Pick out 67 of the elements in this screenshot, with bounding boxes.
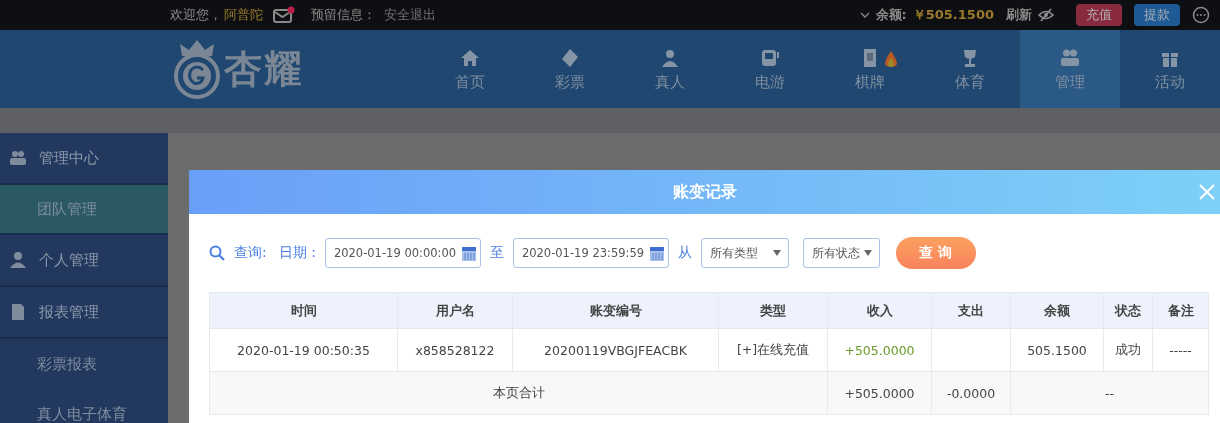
person-icon — [9, 251, 27, 269]
nav-item[interactable]: 真人 — [620, 30, 720, 108]
reserved-info-label: 预留信息： — [311, 6, 376, 24]
type-dropdown[interactable]: 所有类型 — [700, 238, 789, 268]
table-cell: x858528122 — [415, 342, 495, 358]
deposit-button[interactable]: 充值 — [1076, 4, 1122, 26]
column-header: 余额 — [1010, 292, 1104, 329]
balance-label: 余额: — [875, 6, 907, 24]
table-cell: 成功 — [1115, 341, 1141, 357]
table-cell: ----- — [1169, 342, 1192, 358]
refresh-link[interactable]: 刷新 — [1006, 6, 1032, 24]
start-date-field[interactable]: 2020-01-19 00:00:00 — [324, 238, 481, 268]
date-label: 日期 : — [278, 244, 316, 262]
end-date-field[interactable]: 2020-01-19 23:59:59 — [512, 238, 669, 268]
logout-link[interactable]: 安全退出 — [384, 6, 436, 24]
from-label: 从 — [677, 244, 692, 262]
column-header: 时间 — [209, 292, 398, 329]
nav-item[interactable]: 首页 — [420, 30, 520, 108]
status-dropdown[interactable]: 所有状态 — [802, 238, 880, 268]
nav-item[interactable]: 体育 — [920, 30, 1020, 108]
column-header: 收入 — [827, 292, 932, 329]
column-header: 账变编号 — [512, 292, 719, 329]
nav-item[interactable]: 电游 — [720, 30, 820, 108]
nav-item[interactable]: 管理 — [1020, 30, 1120, 108]
table-cell: -0.0000 — [946, 385, 996, 401]
column-header: 用户名 — [397, 292, 513, 329]
column-header: 备注 — [1152, 292, 1209, 329]
to-label: 至 — [489, 244, 504, 262]
column-header: 类型 — [718, 292, 828, 329]
people-icon — [9, 149, 27, 167]
table-cell: [+]在线充值 — [736, 341, 810, 357]
caret-icon — [863, 250, 872, 256]
calendar-icon[interactable] — [461, 245, 476, 261]
document-icon — [9, 303, 27, 321]
username-link[interactable]: 阿普陀 — [224, 6, 263, 24]
chat-icon[interactable] — [1192, 6, 1210, 24]
sidebar-item[interactable]: 团队管理 — [0, 185, 168, 235]
eye-slash-icon[interactable] — [1038, 8, 1054, 22]
total-label: 本页合计 — [492, 384, 545, 400]
table-cell: 505.1500 — [1027, 342, 1087, 358]
query-label: 查询: — [234, 244, 267, 262]
nav-item[interactable]: 棋牌 — [820, 30, 920, 108]
logo-text: 杏耀 — [224, 45, 304, 93]
ticket-icon — [559, 46, 581, 69]
calendar-icon[interactable] — [649, 245, 664, 261]
table-cell: +505.0000 — [844, 385, 915, 401]
caret-icon — [772, 250, 781, 256]
greeting-text: 欢迎您， — [170, 6, 222, 24]
modal-title: 账变记录 — [672, 181, 737, 203]
withdraw-button[interactable]: 提款 — [1134, 4, 1180, 26]
sidebar-section-header[interactable]: 个人管理 — [0, 235, 168, 287]
search-icon — [209, 245, 225, 261]
sidebar-section-header[interactable]: 报表管理 — [0, 287, 168, 339]
mail-icon[interactable] — [273, 6, 295, 24]
caret-icon[interactable] — [859, 11, 870, 19]
table-cell: 20200119VBGJFEACBK — [544, 342, 687, 358]
column-header: 状态 — [1103, 292, 1153, 329]
table-cell: -- — [1105, 385, 1114, 401]
sidebar-item[interactable]: 真人电子体育 — [0, 389, 168, 423]
table-cell: +505.0000 — [844, 342, 915, 358]
balance-amount: ￥505.1500 — [912, 6, 994, 24]
nav-item[interactable]: 活动 — [1120, 30, 1220, 108]
sidebar-item[interactable]: 彩票报表 — [0, 339, 168, 389]
table-cell: 2020-01-19 00:50:35 — [237, 342, 370, 358]
nav-item[interactable]: 彩票 — [520, 30, 620, 108]
column-header: 支出 — [931, 292, 1011, 329]
search-button[interactable]: 查 询 — [895, 237, 976, 269]
